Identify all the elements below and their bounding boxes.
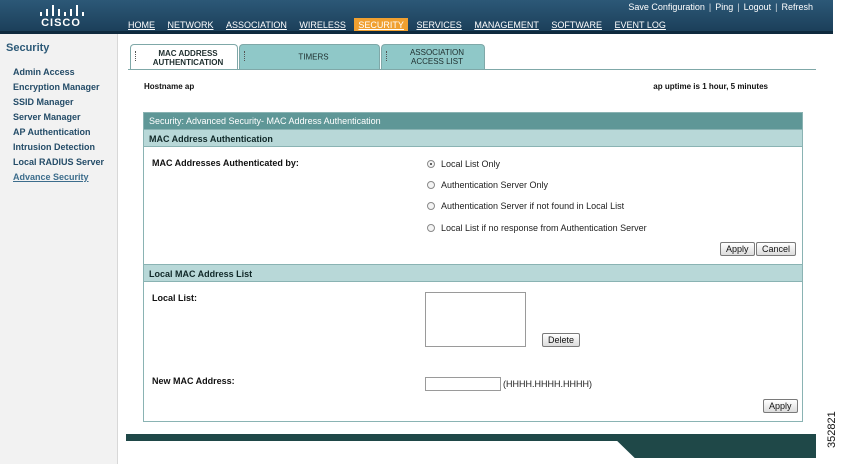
radio-label: Local List if no response from Authentic… <box>441 223 647 233</box>
radio-auth-server-only[interactable]: Authentication Server Only <box>427 180 548 190</box>
tab-label: TIMERS <box>298 52 329 62</box>
sidebar: Security Admin Access Encryption Manager… <box>0 34 118 464</box>
section-header-local-list: Local MAC Address List <box>144 264 802 282</box>
sidebar-item-advance-security[interactable]: Advance Security <box>13 172 89 182</box>
sidebar-item-ap-authentication[interactable]: AP Authentication <box>13 127 91 137</box>
radio-local-list-if-no-response[interactable]: Local List if no response from Authentic… <box>427 223 647 233</box>
tab-grip-icon <box>244 51 247 61</box>
mac-format-hint: (HHHH.HHHH.HHHH) <box>503 379 592 389</box>
uptime-text: ap uptime is 1 hour, 5 minutes <box>653 82 768 91</box>
utility-separator: | <box>737 2 740 12</box>
utility-separator: | <box>775 2 778 12</box>
radio-unselected-icon <box>427 202 435 210</box>
cisco-logo: CISCO <box>36 4 86 30</box>
radio-local-list-only[interactable]: Local List Only <box>427 159 500 169</box>
radio-unselected-icon <box>427 181 435 189</box>
sidebar-item-encryption-manager[interactable]: Encryption Manager <box>13 82 100 92</box>
local-list-label: Local List: <box>152 293 198 303</box>
new-mac-input[interactable] <box>425 377 501 391</box>
cisco-logo-text: CISCO <box>41 17 81 29</box>
auth-by-label: MAC Addresses Authenticated by: <box>152 158 299 168</box>
sidebar-title: Security <box>6 42 50 54</box>
save-configuration-link[interactable]: Save Configuration <box>628 2 705 12</box>
radio-unselected-icon <box>427 224 435 232</box>
section-header-mac-auth: MAC Address Authentication <box>144 129 802 147</box>
logout-link[interactable]: Logout <box>744 2 772 12</box>
top-header: CISCO Save Configuration | Ping | Logout | Ref… <box>0 0 833 34</box>
new-mac-label: New MAC Address: <box>152 376 235 386</box>
footer-bar <box>126 434 816 458</box>
tab-association-access-list[interactable]: ASSOCIATION ACCESS LIST <box>381 44 485 69</box>
footer-bar-wedge <box>610 434 816 458</box>
ping-link[interactable]: Ping <box>715 2 733 12</box>
mac-auth-panel: Security: Advanced Security- MAC Address… <box>143 112 803 422</box>
tab-grip-icon <box>135 51 138 61</box>
utility-links: Save Configuration | Ping | Logout | Refresh <box>628 2 813 12</box>
radio-label: Local List Only <box>441 159 501 169</box>
tab-underline <box>128 69 816 70</box>
page: CISCO Save Configuration | Ping | Logout | Ref… <box>0 0 846 464</box>
sidebar-item-server-manager[interactable]: Server Manager <box>13 112 81 122</box>
sidebar-item-admin-access[interactable]: Admin Access <box>13 67 75 77</box>
tab-label: MAC ADDRESS AUTHENTICATION <box>152 48 224 67</box>
tab-label: ASSOCIATION ACCESS LIST <box>409 48 465 66</box>
tab-mac-address-authentication[interactable]: MAC ADDRESS AUTHENTICATION <box>130 44 238 70</box>
list-apply-button[interactable]: Apply <box>763 399 798 413</box>
auth-apply-button[interactable]: Apply <box>720 242 755 256</box>
radio-label: Authentication Server Only <box>441 180 549 190</box>
tab-grip-icon <box>386 51 389 61</box>
hostname-text: Hostname ap <box>144 82 195 91</box>
cisco-logo-bars-icon <box>38 4 84 16</box>
tab-timers[interactable]: TIMERS <box>239 44 380 69</box>
figure-number: 352821 <box>826 411 838 448</box>
radio-auth-server-if-not-found[interactable]: Authentication Server if not found in Lo… <box>427 201 624 211</box>
panel-header: Security: Advanced Security- MAC Address… <box>144 113 802 129</box>
radio-selected-icon <box>427 160 435 168</box>
header-stripe <box>0 31 833 34</box>
sidebar-item-local-radius-server[interactable]: Local RADIUS Server <box>13 157 104 167</box>
local-mac-listbox[interactable] <box>425 292 526 347</box>
refresh-link[interactable]: Refresh <box>781 2 813 12</box>
sidebar-item-ssid-manager[interactable]: SSID Manager <box>13 97 74 107</box>
auth-cancel-button[interactable]: Cancel <box>756 242 797 256</box>
utility-separator: | <box>708 2 712 12</box>
sidebar-item-intrusion-detection[interactable]: Intrusion Detection <box>13 142 95 152</box>
delete-button[interactable]: Delete <box>542 333 581 347</box>
radio-label: Authentication Server if not found in Lo… <box>441 201 625 211</box>
